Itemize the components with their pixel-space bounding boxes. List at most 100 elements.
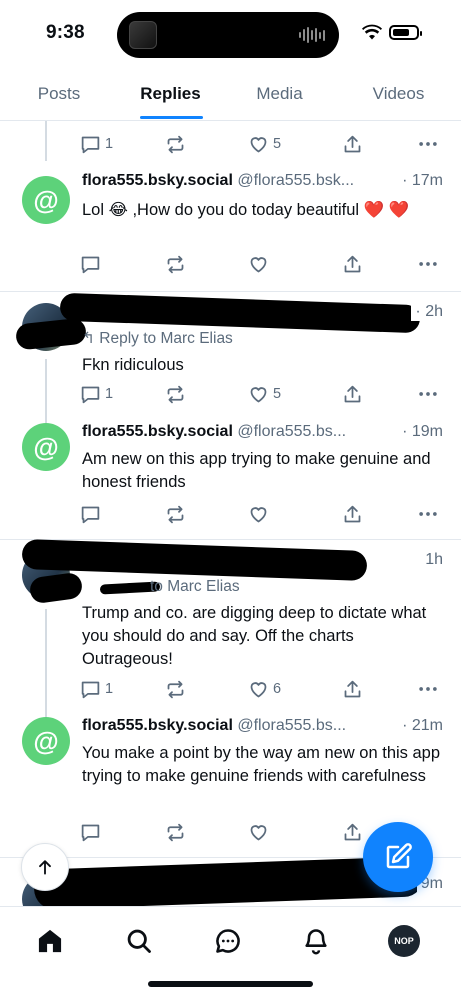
display-name[interactable]: flora555.bsky.social — [82, 717, 233, 734]
timestamp: · 21m — [398, 717, 443, 735]
repost-button[interactable] — [165, 503, 186, 525]
reply-button[interactable] — [80, 253, 105, 275]
post-text: Am new on this app trying to make genuin… — [82, 450, 431, 491]
post-tail: 1 5 — [0, 131, 461, 161]
repost-button[interactable] — [165, 253, 186, 275]
reply-button[interactable]: 1 — [80, 133, 113, 155]
chat-icon — [216, 929, 240, 953]
more-button[interactable] — [417, 253, 439, 275]
repost-icon — [167, 135, 184, 153]
display-name[interactable]: flora555.bsky.social — [82, 172, 233, 189]
nav-profile[interactable]: NOP — [386, 923, 422, 959]
tab-media[interactable]: Media — [223, 66, 336, 121]
more-button[interactable] — [417, 503, 439, 525]
heart-icon — [250, 256, 267, 272]
display-name[interactable]: flora555.bsky.social — [82, 423, 233, 440]
compose-icon — [386, 843, 412, 869]
repost-icon — [167, 823, 184, 841]
reply-button[interactable] — [80, 821, 101, 843]
dynamic-island[interactable] — [117, 12, 339, 58]
like-button[interactable]: 5 — [248, 133, 281, 155]
heart-icon — [250, 681, 267, 697]
home-indicator[interactable] — [148, 981, 313, 987]
share-button[interactable] — [342, 253, 363, 275]
nav-search[interactable] — [121, 923, 157, 959]
share-icon — [344, 135, 361, 152]
more-dots-icon — [419, 687, 437, 691]
more-button[interactable] — [417, 678, 439, 700]
repost-button[interactable] — [165, 383, 186, 405]
scroll-to-top-button[interactable] — [21, 843, 69, 891]
share-icon — [344, 680, 361, 697]
compose-button[interactable] — [363, 822, 433, 892]
reply-to-label[interactable]: ↰ Reply to Marc Elias — [82, 329, 233, 348]
clock: 9:38 — [46, 22, 85, 43]
post-text: Lol 😂 ,How do you do today beautiful ❤️ … — [82, 201, 410, 219]
nav-chat[interactable] — [210, 923, 246, 959]
share-button[interactable] — [342, 383, 363, 405]
reply-to-label[interactable]: to Marc Elias — [150, 578, 240, 596]
like-button[interactable] — [248, 821, 269, 843]
parent-post[interactable]: · 2h ↰ Reply to Marc Elias Fkn ridiculou… — [0, 292, 461, 407]
post-text: Trump and co. are digging deep to dictat… — [82, 604, 427, 668]
active-tab-indicator — [140, 116, 203, 119]
avatar[interactable]: @ — [22, 423, 70, 471]
more-button[interactable] — [417, 133, 439, 155]
tab-posts[interactable]: Posts — [0, 66, 118, 121]
more-dots-icon — [419, 512, 437, 516]
like-count: 6 — [273, 681, 282, 697]
reply-button[interactable] — [80, 503, 105, 525]
share-button[interactable] — [342, 503, 363, 525]
tab-videos[interactable]: Videos — [336, 66, 461, 121]
handle: @flora555.bs... — [237, 717, 347, 734]
profile-avatar: NOP — [388, 925, 420, 957]
repost-button[interactable] — [165, 678, 186, 700]
reply-button[interactable]: 1 — [80, 383, 113, 405]
post-actions: 1 6 — [80, 678, 445, 700]
like-button[interactable] — [248, 503, 269, 525]
repost-icon — [167, 385, 184, 403]
repost-button[interactable] — [165, 821, 186, 843]
more-button[interactable] — [417, 383, 439, 405]
timestamp: · 19m — [398, 423, 443, 441]
more-dots-icon — [419, 142, 437, 146]
timestamp: 1h — [421, 551, 443, 569]
post-header: flora555.bsky.social @flora555.bs... · 1… — [82, 423, 443, 445]
repost-button[interactable] — [165, 133, 186, 155]
reply-post[interactable]: @ flora555.bsky.social @flora555.bsk... … — [0, 171, 461, 289]
like-button[interactable] — [248, 253, 269, 275]
timestamp: · 17m — [398, 172, 443, 190]
like-button[interactable]: 5 — [248, 383, 281, 405]
share-icon — [344, 505, 361, 522]
battery-icon — [389, 25, 422, 40]
like-button[interactable]: 6 — [248, 678, 281, 700]
replies-feed[interactable]: 1 5 @ flora555.bsky.social @flora555.bsk… — [0, 121, 461, 906]
share-button[interactable] — [342, 678, 363, 700]
reply-button[interactable]: 1 — [80, 678, 113, 700]
nav-home[interactable] — [32, 923, 68, 959]
share-button[interactable] — [342, 133, 363, 155]
comment-icon — [81, 506, 100, 523]
tab-replies[interactable]: Replies — [118, 66, 223, 121]
reply-count: 1 — [105, 136, 114, 152]
comment-icon — [81, 256, 100, 273]
post-header: · 2h — [82, 303, 443, 325]
nav-notifications[interactable] — [298, 923, 334, 959]
share-button[interactable] — [342, 821, 363, 843]
post-actions: 1 5 — [80, 133, 445, 155]
comment-icon — [81, 824, 100, 841]
comment-icon — [81, 386, 100, 403]
avatar[interactable]: @ — [22, 717, 70, 765]
repost-icon — [167, 505, 184, 523]
avatar[interactable]: @ — [22, 176, 70, 224]
like-count: 5 — [273, 386, 282, 402]
reply-arrow-icon: ↰ — [82, 330, 100, 347]
parent-post[interactable]: 1h to Marc Elias Trump and co. are diggi… — [0, 538, 461, 707]
post-header: 1h — [82, 551, 443, 573]
audio-waveform-icon — [299, 26, 325, 44]
share-icon — [344, 823, 361, 840]
reply-post[interactable]: @ flora555.bsky.social @flora555.bs... ·… — [0, 423, 461, 533]
post-header: flora555.bsky.social @flora555.bsk... · … — [82, 172, 443, 194]
comment-icon — [81, 681, 100, 698]
heart-icon — [250, 386, 267, 402]
